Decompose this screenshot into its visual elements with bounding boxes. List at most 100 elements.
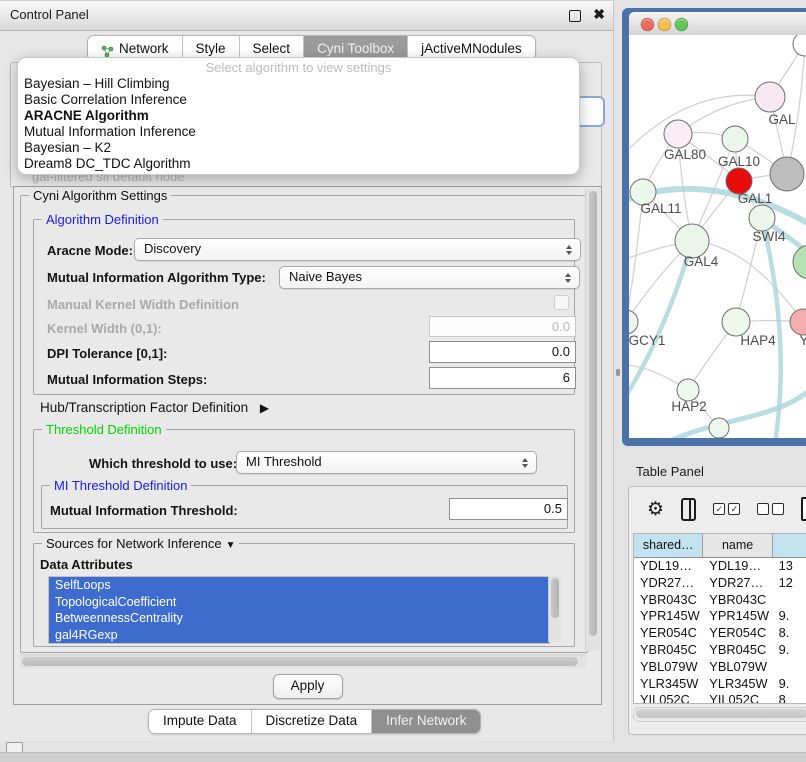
zoom-traffic-icon[interactable] xyxy=(675,18,688,31)
network-node-hap2[interactable] xyxy=(677,379,699,401)
network-node-y[interactable] xyxy=(790,309,806,335)
tab-discretize-data[interactable]: Discretize Data xyxy=(252,710,373,733)
network-node[interactable] xyxy=(793,35,806,56)
table-cell: YDR27… xyxy=(703,575,772,592)
table-cell: YLR345W xyxy=(634,676,703,693)
mi-steps-field[interactable]: 6 xyxy=(429,367,576,389)
column-header-shared[interactable]: shared… xyxy=(634,534,703,557)
attributes-scroll-thumb[interactable] xyxy=(551,578,559,618)
table-row[interactable]: YBL079WYBL079W xyxy=(634,659,806,676)
tab-impute-data[interactable]: Impute Data xyxy=(149,710,252,733)
table-row[interactable]: YDR27…YDR27…12 xyxy=(634,575,806,592)
network-view-window: GALGAL80GAL10GAL1GAL11SWI4GAL4GCY1HAP4YH… xyxy=(622,8,806,446)
close-traffic-icon[interactable] xyxy=(641,18,654,31)
table-body: YDL19…YDL19…13YDR27…YDR27…12YBR043CYBR04… xyxy=(634,558,806,704)
table-horizontal-thumb[interactable] xyxy=(636,709,806,718)
select-all-checkboxes-icon[interactable]: ✓✓ xyxy=(713,503,740,515)
mi-type-select[interactable]: Naive Bayes xyxy=(279,266,580,289)
mi-threshold-field[interactable]: 0.5 xyxy=(449,498,568,520)
network-node-label: GAL1 xyxy=(738,191,773,206)
network-node-label: HAP2 xyxy=(671,399,706,414)
attributes-scrollbar[interactable] xyxy=(548,576,561,642)
table-row[interactable]: YBR045CYBR045C9. xyxy=(634,642,806,659)
panel-divider-handle[interactable] xyxy=(616,369,620,376)
aracne-mode-label: Aracne Mode: xyxy=(47,243,133,258)
attribute-list-item[interactable]: SelfLoops xyxy=(49,577,549,594)
attribute-list-item[interactable]: gal4RGexp xyxy=(49,627,549,644)
table-cell: YBR045C xyxy=(703,642,772,659)
settings-vertical-scrollbar[interactable] xyxy=(585,189,600,651)
network-node-label: Y xyxy=(799,333,806,348)
sources-legend-label: Sources for Network Inference xyxy=(46,536,222,551)
network-node-label: GAL11 xyxy=(640,201,681,216)
network-node-swi4[interactable] xyxy=(749,205,775,231)
table-cell: 13 xyxy=(773,558,806,575)
network-edge[interactable] xyxy=(787,43,805,174)
network-tab-icon xyxy=(101,42,114,55)
chevron-down-icon: ▼ xyxy=(226,540,236,551)
network-node[interactable] xyxy=(770,157,804,191)
dpi-tolerance-label: DPI Tolerance [0,1]: xyxy=(47,346,167,361)
attribute-list-item[interactable]: BetweennessCentrality xyxy=(49,610,549,627)
network-node[interactable] xyxy=(793,245,806,279)
minimize-traffic-icon[interactable] xyxy=(658,18,671,31)
attribute-list-item[interactable]: TopologicalCoefficient xyxy=(49,594,549,611)
settings-vertical-thumb[interactable] xyxy=(589,191,597,636)
table-row[interactable]: YPR145WYPR145W9. xyxy=(634,608,806,625)
algorithm-dropdown-popup: Select algorithm to view settings Bayesi… xyxy=(17,57,580,175)
close-icon[interactable]: ✖ xyxy=(593,6,605,23)
table-row[interactable]: YDL19…YDL19…13 xyxy=(634,558,806,575)
network-node-gal4[interactable] xyxy=(675,224,709,258)
mi-type-label: Mutual Information Algorithm Type: xyxy=(47,270,266,285)
network-node-hap4[interactable] xyxy=(722,308,750,336)
manual-kernel-label: Manual Kernel Width Definition xyxy=(47,297,239,312)
settings-horizontal-scrollbar[interactable] xyxy=(20,654,586,668)
float-window-icon[interactable] xyxy=(569,10,581,22)
table-row[interactable]: YLR345WYLR345W9. xyxy=(634,676,806,693)
table-cell: YBL079W xyxy=(703,659,772,676)
sources-legend[interactable]: Sources for Network Inference ▼ xyxy=(42,536,239,551)
gear-icon[interactable]: ⚙ xyxy=(647,500,664,519)
network-canvas[interactable]: GALGAL80GAL10GAL1GAL11SWI4GAL4GCY1HAP4YH… xyxy=(629,35,806,438)
network-node-gal10[interactable] xyxy=(722,126,748,152)
table-cell: 12 xyxy=(773,575,806,592)
table-cell: 8 xyxy=(773,692,806,704)
hub-definition-toggle[interactable]: Hub/Transcription Factor Definition ▶ xyxy=(40,400,269,415)
table-horizontal-scrollbar[interactable] xyxy=(633,707,806,722)
split-columns-icon[interactable] xyxy=(681,498,696,521)
algorithm-option[interactable]: Bayesian – Hill Climbing xyxy=(18,76,579,92)
dpi-tolerance-field[interactable]: 0.0 xyxy=(429,341,576,363)
aracne-mode-value: Discovery xyxy=(144,241,201,256)
table-cell: YIL052C xyxy=(634,692,703,704)
network-node-gal[interactable] xyxy=(755,82,785,112)
settings-horizontal-thumb[interactable] xyxy=(22,657,578,666)
network-edge-highlighted[interactable] xyxy=(762,218,781,438)
algorithm-option[interactable]: Mutual Information Inference xyxy=(18,124,579,140)
column-header-third[interactable] xyxy=(773,534,806,557)
table-row[interactable]: YIL052CYIL052C8 xyxy=(634,692,806,704)
column-header-name[interactable]: name xyxy=(703,534,772,557)
tab-infer-network[interactable]: Infer Network xyxy=(372,710,480,733)
algorithm-option[interactable]: ARACNE Algorithm xyxy=(18,108,579,124)
aracne-mode-select[interactable]: Discovery xyxy=(134,238,581,261)
which-threshold-value: MI Threshold xyxy=(246,454,322,469)
network-node[interactable] xyxy=(709,418,729,438)
cyni-algorithm-settings-legend: Cyni Algorithm Settings xyxy=(29,188,171,203)
table-row[interactable]: YER054CYER054C8. xyxy=(634,625,806,642)
table-cell: 9. xyxy=(773,676,806,693)
algorithm-definition-legend: Algorithm Definition xyxy=(42,212,163,227)
table-cell: YBR043C xyxy=(634,592,703,609)
table-row[interactable]: YBR043CYBR043C xyxy=(634,592,806,609)
network-node-gcy1[interactable] xyxy=(629,310,638,334)
network-node-gal80[interactable] xyxy=(664,120,692,148)
algorithm-option[interactable]: Dream8 DC_TDC Algorithm xyxy=(18,156,579,172)
deselect-all-checkboxes-icon[interactable] xyxy=(757,503,784,515)
algorithm-option[interactable]: Basic Correlation Inference xyxy=(18,92,579,108)
manual-kernel-checkbox[interactable] xyxy=(554,295,569,310)
algorithm-option[interactable]: Bayesian – K2 xyxy=(18,140,579,156)
page-icon[interactable] xyxy=(801,497,806,521)
network-node-label: GAL4 xyxy=(684,254,719,269)
apply-button[interactable]: Apply xyxy=(273,674,343,699)
kernel-width-field[interactable]: 0.0 xyxy=(429,316,576,337)
which-threshold-select[interactable]: MI Threshold xyxy=(236,451,537,474)
